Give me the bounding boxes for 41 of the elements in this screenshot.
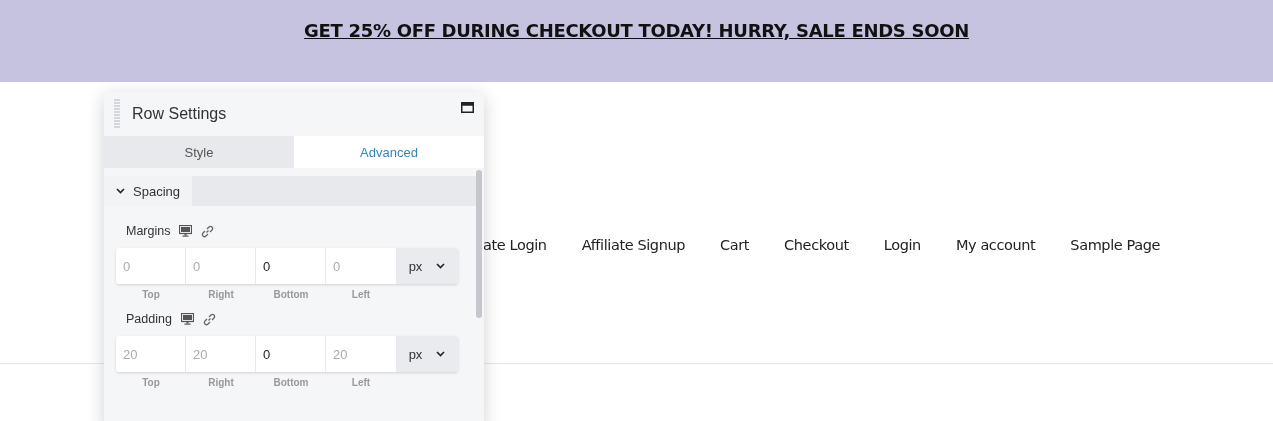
- number-field[interactable]: 0: [116, 248, 186, 284]
- caret-icon: [436, 351, 446, 357]
- number-field[interactable]: 0: [186, 248, 256, 284]
- link-icon[interactable]: [201, 224, 215, 238]
- nav-link[interactable]: Checkout: [784, 237, 849, 253]
- link-icon[interactable]: [202, 312, 216, 326]
- nav-link[interactable]: ate Login: [483, 237, 547, 253]
- desktop-icon[interactable]: [179, 225, 193, 237]
- side-label: Bottom: [272, 377, 310, 388]
- drag-handle-icon[interactable]: [114, 99, 120, 129]
- nav-link[interactable]: Cart: [720, 237, 750, 253]
- nav-link[interactable]: Affiliate Signup: [581, 237, 686, 253]
- side-label: Left: [350, 377, 372, 388]
- nav-link[interactable]: Sample Page: [1070, 237, 1161, 253]
- scrollbar[interactable]: [476, 170, 482, 318]
- desktop-icon[interactable]: [180, 313, 194, 325]
- side-label: Right: [207, 377, 235, 388]
- side-label: Bottom: [272, 289, 310, 300]
- side-label: Left: [350, 289, 372, 300]
- field-label: Padding: [126, 312, 172, 326]
- tab[interactable]: Advanced: [294, 136, 484, 168]
- unit-dropdown[interactable]: px: [396, 248, 458, 284]
- field-label: Margins: [126, 224, 171, 238]
- number-field[interactable]: 20: [186, 336, 256, 372]
- number-field[interactable]: 0: [256, 336, 326, 372]
- nav-link[interactable]: My account: [955, 237, 1036, 253]
- nav-link[interactable]: Login: [883, 237, 921, 253]
- promo-link[interactable]: GET 25% OFF DURING CHECKOUT TODAY! HURRY, SALE ENDS SOON: [304, 20, 969, 44]
- window-icon[interactable]: [461, 102, 474, 113]
- side-label: Right: [207, 289, 235, 300]
- unit-dropdown[interactable]: px: [396, 336, 458, 372]
- side-label: Top: [141, 377, 161, 388]
- section-toggle[interactable]: Spacing: [104, 176, 192, 206]
- number-field[interactable]: 20: [116, 336, 186, 372]
- side-label: Top: [141, 289, 161, 300]
- number-field[interactable]: 0: [326, 248, 396, 284]
- tab[interactable]: Style: [104, 136, 294, 168]
- number-field[interactable]: 0: [256, 248, 326, 284]
- number-field[interactable]: 20: [326, 336, 396, 372]
- caret-icon: [436, 263, 446, 269]
- panel-title: Row Settings: [132, 105, 227, 123]
